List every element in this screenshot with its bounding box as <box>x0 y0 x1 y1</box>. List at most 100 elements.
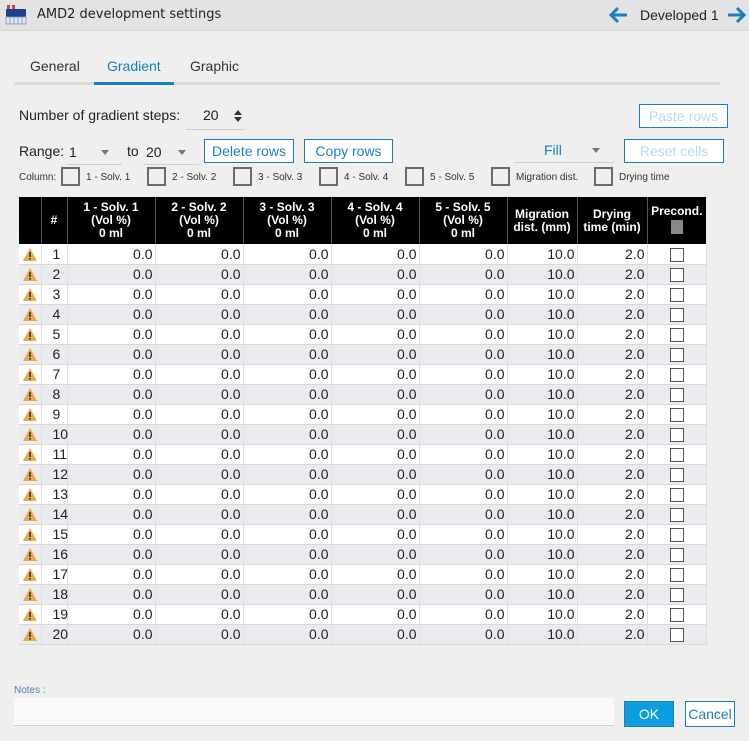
solv5-cell[interactable]: 0.0 <box>419 404 508 425</box>
solv2-cell[interactable]: 0.0 <box>155 404 244 425</box>
solv2-cell[interactable]: 0.0 <box>155 604 244 625</box>
solv1-cell[interactable]: 0.0 <box>67 504 156 525</box>
solv5-cell[interactable]: 0.0 <box>419 524 508 545</box>
solv2-cell[interactable]: 0.0 <box>155 424 244 445</box>
solv5-cell[interactable]: 0.0 <box>419 324 508 345</box>
column-checkbox-solv4[interactable] <box>319 167 338 186</box>
precond-cell[interactable] <box>647 584 707 605</box>
drying-cell[interactable]: 2.0 <box>577 504 648 525</box>
solv3-cell[interactable]: 0.0 <box>243 524 332 545</box>
solv1-cell[interactable]: 0.0 <box>67 304 156 325</box>
drying-cell[interactable]: 2.0 <box>577 244 648 265</box>
solv2-cell[interactable]: 0.0 <box>155 544 244 565</box>
solv3-cell[interactable]: 0.0 <box>243 544 332 565</box>
migration-cell[interactable]: 10.0 <box>507 284 578 305</box>
solv1-cell[interactable]: 0.0 <box>67 364 156 385</box>
precond-cell[interactable] <box>647 344 707 365</box>
solv5-cell[interactable]: 0.0 <box>419 444 508 465</box>
migration-cell[interactable]: 10.0 <box>507 444 578 465</box>
tab-gradient[interactable]: Gradient <box>107 58 161 74</box>
solv2-cell[interactable]: 0.0 <box>155 564 244 585</box>
drying-cell[interactable]: 2.0 <box>577 284 648 305</box>
precond-checkbox[interactable] <box>669 548 684 563</box>
solv5-cell[interactable]: 0.0 <box>419 544 508 565</box>
notes-input[interactable] <box>14 698 614 726</box>
table-row[interactable]: 2 0.0 0.0 0.0 0.0 0.0 10.0 2.0 <box>19 264 707 285</box>
solv1-cell[interactable]: 0.0 <box>67 564 156 585</box>
solv5-cell[interactable]: 0.0 <box>419 564 508 585</box>
precond-select-all-checkbox[interactable] <box>670 219 683 234</box>
migration-cell[interactable]: 10.0 <box>507 364 578 385</box>
column-checkbox-solv5[interactable] <box>405 167 424 186</box>
migration-cell[interactable]: 10.0 <box>507 404 578 425</box>
solv1-cell[interactable]: 0.0 <box>67 344 156 365</box>
drying-cell[interactable]: 2.0 <box>577 524 648 545</box>
solv2-cell[interactable]: 0.0 <box>155 464 244 485</box>
solv1-cell[interactable]: 0.0 <box>67 264 156 285</box>
drying-cell[interactable]: 2.0 <box>577 384 648 405</box>
drying-cell[interactable]: 2.0 <box>577 324 648 345</box>
table-row[interactable]: 4 0.0 0.0 0.0 0.0 0.0 10.0 2.0 <box>19 304 707 325</box>
migration-cell[interactable]: 10.0 <box>507 464 578 485</box>
drying-cell[interactable]: 2.0 <box>577 344 648 365</box>
migration-cell[interactable]: 10.0 <box>507 304 578 325</box>
migration-cell[interactable]: 10.0 <box>507 384 578 405</box>
solv5-cell[interactable]: 0.0 <box>419 304 508 325</box>
table-row[interactable]: 11 0.0 0.0 0.0 0.0 0.0 10.0 2.0 <box>19 444 707 465</box>
solv5-cell[interactable]: 0.0 <box>419 384 508 405</box>
table-row[interactable]: 12 0.0 0.0 0.0 0.0 0.0 10.0 2.0 <box>19 464 707 485</box>
precond-checkbox[interactable] <box>669 308 684 323</box>
table-row[interactable]: 5 0.0 0.0 0.0 0.0 0.0 10.0 2.0 <box>19 324 707 345</box>
table-row[interactable]: 16 0.0 0.0 0.0 0.0 0.0 10.0 2.0 <box>19 544 707 565</box>
solv2-cell[interactable]: 0.0 <box>155 524 244 545</box>
table-row[interactable]: 18 0.0 0.0 0.0 0.0 0.0 10.0 2.0 <box>19 584 707 605</box>
solv2-cell[interactable]: 0.0 <box>155 444 244 465</box>
migration-cell[interactable]: 10.0 <box>507 584 578 605</box>
range-to-dropdown[interactable]: 20 <box>144 139 199 165</box>
solv1-cell[interactable]: 0.0 <box>67 384 156 405</box>
precond-cell[interactable] <box>647 464 707 485</box>
gradient-steps-value[interactable]: 20 <box>203 107 219 123</box>
drying-cell[interactable]: 2.0 <box>577 624 648 645</box>
precond-cell[interactable] <box>647 304 707 325</box>
precond-checkbox[interactable] <box>669 488 684 503</box>
precond-cell[interactable] <box>647 524 707 545</box>
drying-cell[interactable]: 2.0 <box>577 584 648 605</box>
solv5-cell[interactable]: 0.0 <box>419 604 508 625</box>
table-row[interactable]: 13 0.0 0.0 0.0 0.0 0.0 10.0 2.0 <box>19 484 707 505</box>
precond-checkbox[interactable] <box>669 368 684 383</box>
solv5-cell[interactable]: 0.0 <box>419 424 508 445</box>
spinner-updown-icon[interactable] <box>234 109 242 123</box>
solv2-cell[interactable]: 0.0 <box>155 344 244 365</box>
precond-checkbox[interactable] <box>669 588 684 603</box>
solv5-cell[interactable]: 0.0 <box>419 244 508 265</box>
precond-checkbox[interactable] <box>669 388 684 403</box>
solv4-cell[interactable]: 0.0 <box>331 484 420 505</box>
tab-general[interactable]: General <box>30 58 80 74</box>
solv1-cell[interactable]: 0.0 <box>67 424 156 445</box>
solv3-cell[interactable]: 0.0 <box>243 584 332 605</box>
migration-cell[interactable]: 10.0 <box>507 604 578 625</box>
precond-cell[interactable] <box>647 284 707 305</box>
precond-cell[interactable] <box>647 564 707 585</box>
table-row[interactable]: 3 0.0 0.0 0.0 0.0 0.0 10.0 2.0 <box>19 284 707 305</box>
drying-cell[interactable]: 2.0 <box>577 264 648 285</box>
solv1-cell[interactable]: 0.0 <box>67 584 156 605</box>
tab-graphic[interactable]: Graphic <box>190 58 239 74</box>
paste-rows-button[interactable]: Paste rows <box>639 104 728 128</box>
table-row[interactable]: 8 0.0 0.0 0.0 0.0 0.0 10.0 2.0 <box>19 384 707 405</box>
solv4-cell[interactable]: 0.0 <box>331 404 420 425</box>
solv2-cell[interactable]: 0.0 <box>155 244 244 265</box>
precond-checkbox[interactable] <box>669 608 684 623</box>
solv4-cell[interactable]: 0.0 <box>331 384 420 405</box>
solv2-cell[interactable]: 0.0 <box>155 624 244 645</box>
drying-cell[interactable]: 2.0 <box>577 404 648 425</box>
migration-cell[interactable]: 10.0 <box>507 264 578 285</box>
drying-cell[interactable]: 2.0 <box>577 464 648 485</box>
drying-cell[interactable]: 2.0 <box>577 304 648 325</box>
precond-cell[interactable] <box>647 424 707 445</box>
drying-cell[interactable]: 2.0 <box>577 424 648 445</box>
delete-rows-button[interactable]: Delete rows <box>204 139 294 163</box>
precond-cell[interactable] <box>647 484 707 505</box>
precond-checkbox[interactable] <box>669 628 684 643</box>
